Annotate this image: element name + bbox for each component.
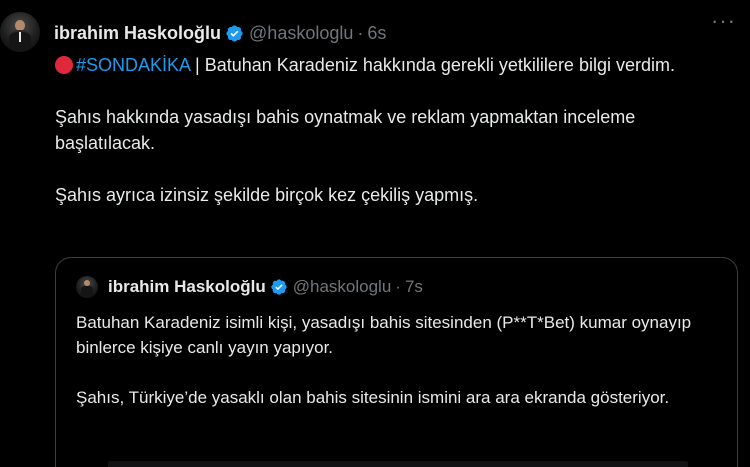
hashtag-link[interactable]: #SONDAKİKA [76, 55, 190, 75]
avatar-tie [19, 32, 21, 42]
tweet-paragraph-2: Şahıs hakkında yasadışı bahis oynatmak v… [55, 107, 636, 153]
author-handle[interactable]: @haskologlu [249, 22, 353, 44]
verified-badge-icon [226, 24, 243, 42]
quoted-tweet-text: Batuhan Karadeniz isimli kişi, yasadışı … [76, 310, 716, 435]
tweet-text: #SONDAKİKA | Batuhan Karadeniz hakkında … [55, 52, 735, 234]
quoted-paragraph-2: Şahıs, Türkiye’de yasaklı olan bahis sit… [76, 388, 670, 407]
tweet-header: ibrahim Haskoloğlu @haskologlu · 6s [54, 22, 386, 44]
quoted-paragraph-1: Batuhan Karadeniz isimli kişi, yasadışı … [76, 313, 692, 357]
quoted-media-preview[interactable] [108, 461, 688, 467]
header-separator: · [357, 23, 364, 43]
quoted-header-separator: · [395, 277, 401, 296]
quoted-author-avatar[interactable] [76, 276, 98, 298]
quoted-avatar-body [81, 286, 93, 298]
author-avatar[interactable] [0, 12, 40, 52]
tweet-paragraph-3: Şahıs ayrıca izinsiz şekilde birçok kez … [55, 185, 479, 205]
more-horizontal-icon[interactable]: ··· [711, 10, 736, 32]
author-name[interactable]: ibrahim Haskoloğlu [54, 22, 221, 44]
verified-badge-icon [271, 279, 287, 295]
tweet[interactable]: ibrahim Haskoloğlu @haskologlu · 6s ··· … [0, 0, 750, 467]
quoted-author-name[interactable]: ibrahim Haskoloğlu [108, 277, 266, 297]
quoted-author-handle[interactable]: @haskologlu [293, 277, 392, 297]
quoted-tweet-header: ibrahim Haskoloğlu @haskologlu · 7s [76, 276, 423, 298]
quoted-tweet-card[interactable]: ibrahim Haskoloğlu @haskologlu · 7s Batu… [55, 257, 738, 467]
red-circle-emoji-icon [55, 56, 73, 74]
tweet-timestamp[interactable]: 6s [367, 22, 386, 44]
quoted-tweet-timestamp[interactable]: 7s [405, 277, 423, 297]
tweet-line-1-text: | Batuhan Karadeniz hakkında gerekli yet… [190, 55, 675, 75]
tweet-paragraph-1: #SONDAKİKA | Batuhan Karadeniz hakkında … [55, 52, 735, 78]
